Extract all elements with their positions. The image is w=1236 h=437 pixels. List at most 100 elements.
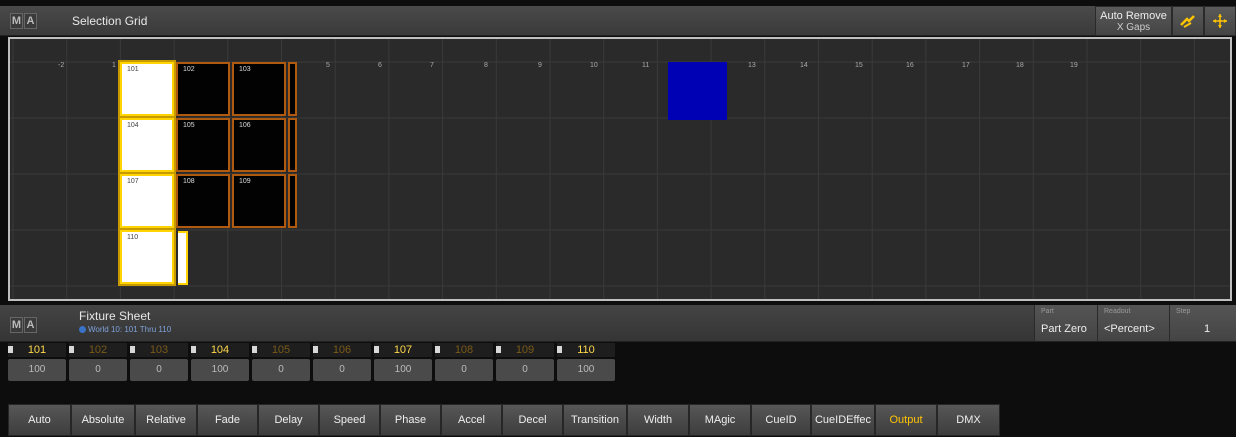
grid-cell-id: 102 xyxy=(183,66,195,73)
grid-cell-partial[interactable] xyxy=(288,62,297,116)
attribute-button-dmx[interactable]: DMX xyxy=(937,404,1000,436)
attribute-button-accel[interactable]: Accel xyxy=(441,404,502,436)
fixture-value[interactable]: 0 xyxy=(496,359,554,381)
attribute-button-speed[interactable]: Speed xyxy=(319,404,380,436)
selection-hand-button[interactable] xyxy=(1172,6,1204,36)
attribute-button-transition[interactable]: Transition xyxy=(563,404,627,436)
fixture-id-header[interactable]: 102 xyxy=(69,343,127,357)
attribute-button-cueideffec[interactable]: CueIDEffec xyxy=(811,404,875,436)
grid-cell-partial[interactable] xyxy=(288,174,297,228)
grid-cell-id: 101 xyxy=(127,66,139,73)
fixture-marker xyxy=(130,346,135,353)
grid-cell[interactable]: 107 xyxy=(120,174,174,228)
column-number: 6 xyxy=(378,62,382,69)
fixture-id-header[interactable]: 103 xyxy=(130,343,188,357)
column-number: 11 xyxy=(642,62,650,69)
fixture-column[interactable]: 104 100 xyxy=(191,343,249,381)
fixture-marker xyxy=(252,346,257,353)
fixture-value[interactable]: 100 xyxy=(8,359,66,381)
fixture-id-header[interactable]: 107 xyxy=(374,343,432,357)
x-gaps-label: X Gaps xyxy=(1116,22,1151,33)
fixture-value[interactable]: 0 xyxy=(69,359,127,381)
fixture-id-header[interactable]: 110 xyxy=(557,343,615,357)
grid-cell[interactable]: 101 xyxy=(120,62,174,116)
fixture-marker xyxy=(496,346,501,353)
fixture-marker xyxy=(374,346,379,353)
fixture-column[interactable]: 109 0 xyxy=(496,343,554,381)
column-number: 10 xyxy=(590,62,598,69)
part-selector[interactable]: Part Part Zero xyxy=(1034,305,1097,341)
attribute-button-fade[interactable]: Fade xyxy=(197,404,258,436)
attribute-button-auto[interactable]: Auto xyxy=(8,404,71,436)
grid-cell[interactable]: 102 xyxy=(176,62,230,116)
fixture-column[interactable]: 101 100 xyxy=(8,343,66,381)
attribute-button-magic[interactable]: MAgic xyxy=(689,404,751,436)
grid-cell[interactable]: 105 xyxy=(176,118,230,172)
fixture-column[interactable]: 110 100 xyxy=(557,343,615,381)
fixture-id-header[interactable]: 101 xyxy=(8,343,66,357)
fixture-marker xyxy=(69,346,74,353)
move-arrows-icon xyxy=(1213,14,1227,28)
attribute-button-delay[interactable]: Delay xyxy=(258,404,319,436)
fixture-id-header[interactable]: 109 xyxy=(496,343,554,357)
fixture-value[interactable]: 100 xyxy=(191,359,249,381)
fixture-id: 101 xyxy=(27,344,47,356)
grid-cell-id: 109 xyxy=(239,178,251,185)
fixture-id-header[interactable]: 106 xyxy=(313,343,371,357)
ma-logo-m: M xyxy=(10,317,23,333)
grid-cell[interactable]: 104 xyxy=(120,118,174,172)
grid-cell-id: 106 xyxy=(239,122,251,129)
ma-logo-m: M xyxy=(10,13,23,29)
grid-cell-partial[interactable] xyxy=(288,118,297,172)
column-number: 8 xyxy=(484,62,488,69)
ma-logo[interactable]: M A xyxy=(10,13,37,29)
attribute-button-phase[interactable]: Phase xyxy=(380,404,441,436)
fixture-value[interactable]: 100 xyxy=(374,359,432,381)
fixture-column[interactable]: 108 0 xyxy=(435,343,493,381)
column-number: -2 xyxy=(58,62,65,69)
fixture-marker xyxy=(313,346,318,353)
fixture-id-header[interactable]: 104 xyxy=(191,343,249,357)
attribute-button-decel[interactable]: Decel xyxy=(502,404,563,436)
column-number: 18 xyxy=(1016,62,1024,69)
fixture-id: 107 xyxy=(393,344,413,356)
ma-logo-bottom[interactable]: M A xyxy=(10,317,37,333)
grid-cell[interactable]: 110 xyxy=(120,230,174,284)
attribute-button-width[interactable]: Width xyxy=(627,404,689,436)
grid-cell[interactable]: 106 xyxy=(232,118,286,172)
fixture-column[interactable]: 105 0 xyxy=(252,343,310,381)
attribute-button-relative[interactable]: Relative xyxy=(135,404,197,436)
grid-cell[interactable]: 109 xyxy=(232,174,286,228)
step-selector[interactable]: Step 1 xyxy=(1169,305,1236,341)
attribute-button-cueid[interactable]: CueID xyxy=(751,404,811,436)
blue-cell[interactable] xyxy=(668,62,727,120)
fixture-value[interactable]: 0 xyxy=(435,359,493,381)
fixture-id-header[interactable]: 108 xyxy=(435,343,493,357)
selection-grid[interactable]: -212345678910111213141516171819 10110210… xyxy=(8,37,1232,301)
grid-cell-id: 110 xyxy=(127,234,139,241)
fixture-column[interactable]: 103 0 xyxy=(130,343,188,381)
attribute-button-absolute[interactable]: Absolute xyxy=(71,404,135,436)
fixture-id: 108 xyxy=(454,344,474,356)
fixture-marker xyxy=(191,346,196,353)
auto-remove-x-gaps-button[interactable]: Auto Remove X Gaps xyxy=(1095,6,1172,36)
fixture-value[interactable]: 0 xyxy=(130,359,188,381)
fixture-column[interactable]: 107 100 xyxy=(374,343,432,381)
grid-cell[interactable]: 108 xyxy=(176,174,230,228)
attribute-button-output[interactable]: Output xyxy=(875,404,937,436)
grid-cell[interactable]: 103 xyxy=(232,62,286,116)
fixture-column[interactable]: 106 0 xyxy=(313,343,371,381)
fixture-marker xyxy=(557,346,562,353)
fixture-value[interactable]: 100 xyxy=(557,359,615,381)
readout-selector[interactable]: Readout <Percent> xyxy=(1097,305,1169,341)
column-number: 5 xyxy=(326,62,330,69)
selection-grid-titlebar: M A Selection Grid Auto Remove X Gaps xyxy=(0,6,1236,36)
auto-remove-label: Auto Remove xyxy=(1100,10,1167,22)
fixture-column[interactable]: 102 0 xyxy=(69,343,127,381)
fixture-value[interactable]: 0 xyxy=(252,359,310,381)
fixture-value[interactable]: 0 xyxy=(313,359,371,381)
move-arrows-button[interactable] xyxy=(1204,6,1236,36)
fixture-id-header[interactable]: 105 xyxy=(252,343,310,357)
partial-cell-marker xyxy=(178,231,188,285)
readout-label: Readout xyxy=(1104,308,1131,315)
